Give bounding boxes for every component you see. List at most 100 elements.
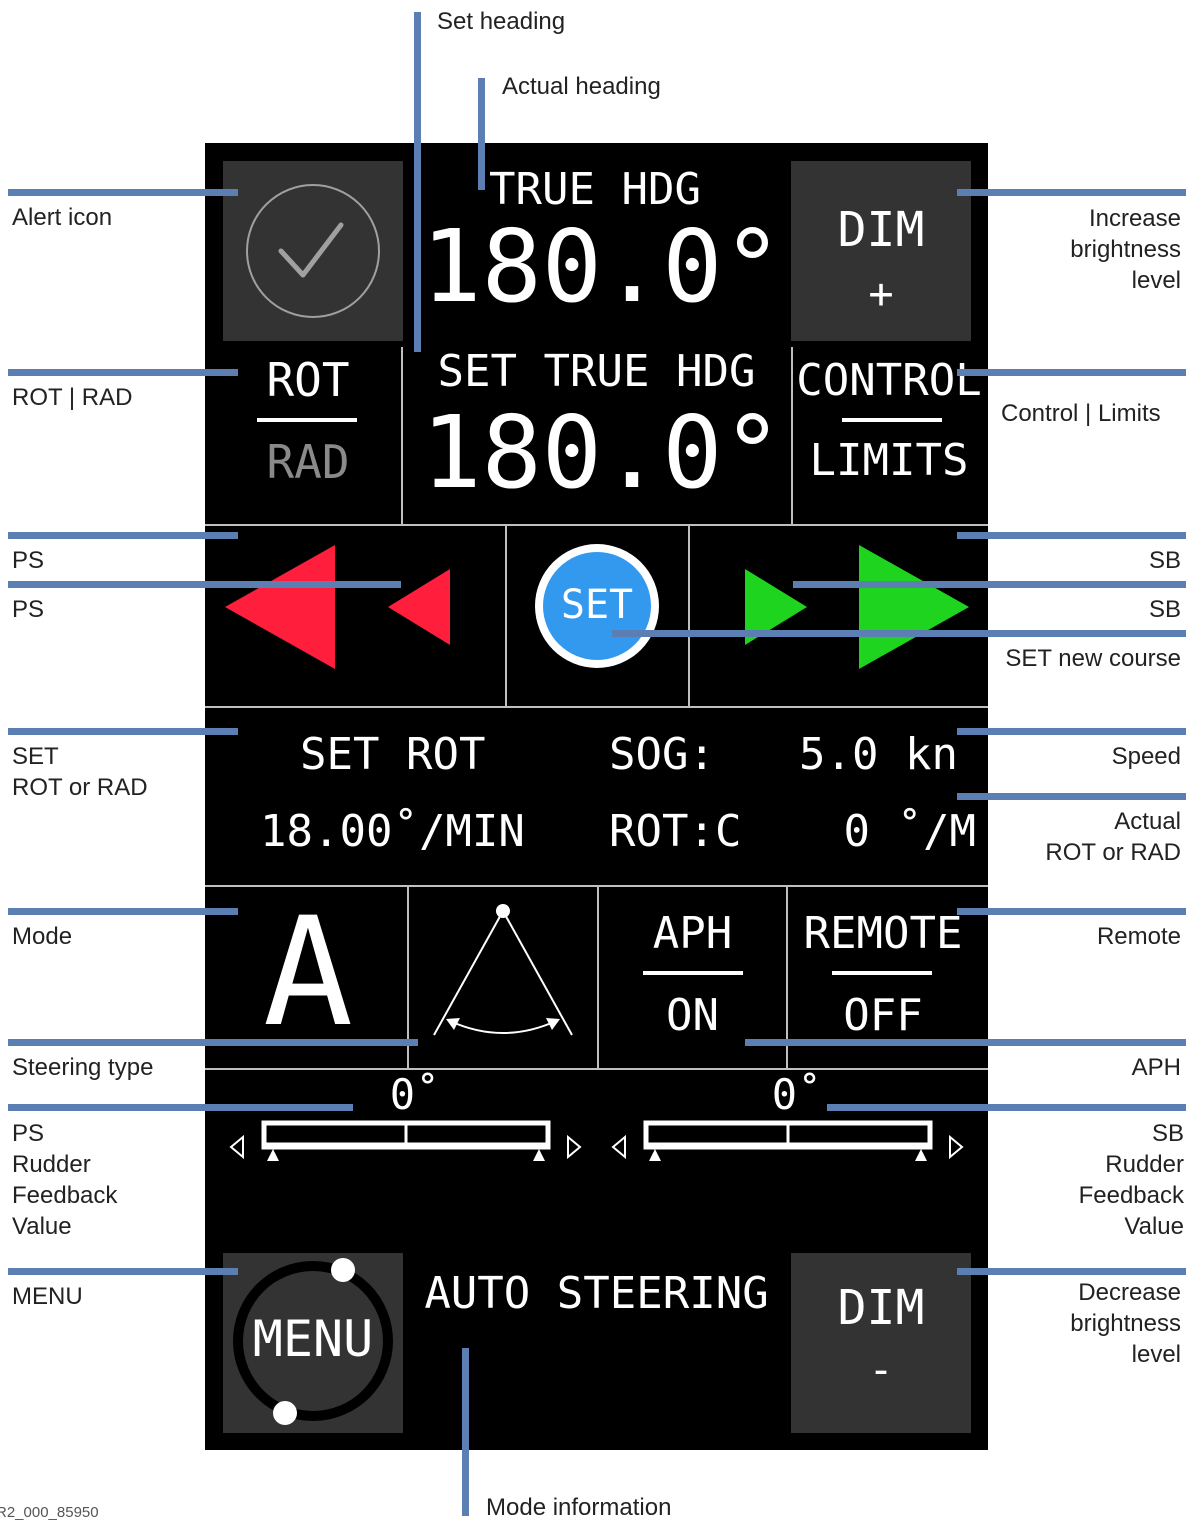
annotation-steering-type: Steering type [12,1054,154,1081]
rot-c-value: 0 ˚/M [843,806,976,857]
dim-plus-sign: + [868,269,894,318]
control-label: CONTROL [796,355,982,406]
annotation-control-limits: Control | Limits [1001,400,1161,427]
leader-line [8,1039,418,1046]
ps-rudder-value: 0˚ [389,1070,441,1119]
annotation-mode: Mode [12,923,73,950]
annotation-increase-brightness: Increase brightness level [1070,205,1181,294]
leader-line [414,12,421,352]
set-button-face: SET [543,552,651,660]
sog-value: 5.0 kn [799,729,958,780]
leader-line [957,728,1186,735]
ps-large-arrow-button[interactable] [223,543,343,673]
leader-line [8,581,401,588]
mode-info: AUTO STEERING [424,1268,769,1319]
leader-line [957,189,1186,196]
sb-large-arrow-button[interactable] [857,543,977,673]
autopilot-display: TRUE HDG 180.0° DIM + ROT RAD SET TRUE H… [205,143,988,1450]
divider [832,971,932,975]
leader-line [8,1104,353,1111]
annotation-sb-1: SB [1148,547,1181,574]
leader-line [957,369,1186,376]
rot-rad-toggle[interactable]: ROT RAD [223,348,393,498]
leader-line [8,189,238,196]
annotation-set-heading: Set heading [437,8,566,35]
set-true-hdg-value: 180.0° [421,394,783,511]
set-button-label: SET [560,582,634,628]
annotation-ps-2: PS [12,596,45,623]
annotation-sb-2: SB [1148,596,1181,623]
ps-small-arrow-button[interactable] [385,567,455,647]
leader-line [462,1348,469,1516]
dim-minus-button[interactable]: DIM - [791,1253,971,1433]
leader-line [8,532,238,539]
rot-label: ROT [266,353,350,407]
annotation-actual-heading: Actual heading [502,73,661,100]
menu-label: MENU [252,1310,374,1368]
leader-line [8,369,238,376]
set-rot-label: SET ROT [300,729,486,780]
annotation-set-new-course: SET new course [1005,645,1181,672]
annotation-remote: Remote [1096,923,1181,950]
leader-line [957,793,1186,800]
divider [643,971,743,975]
set-true-hdg-label: SET TRUE HDG [437,346,756,397]
annotation-sb-rudder: SB Rudder Feedback Value [1078,1120,1184,1240]
annotation-aph: APH [1131,1054,1181,1081]
sb-rudder-bar [611,1120,964,1161]
divider [688,524,690,706]
limits-label: LIMITS [809,435,969,486]
annotation-ps-1: PS [12,547,45,574]
dim-minus-label: DIM [837,1280,925,1336]
divider [401,347,403,524]
leader-line [8,908,238,915]
ps-rudder-bar [229,1120,582,1161]
remote-label: REMOTE [803,908,963,959]
sb-rudder-value: 0˚ [771,1070,823,1119]
set-button[interactable]: SET [535,544,659,668]
annotation-actual-rot-or-rad: Actual ROT or RAD [1045,808,1181,866]
divider [505,524,507,706]
annotation-set-rot-or-rad: SET ROT or RAD [12,743,148,801]
steering-sector-icon[interactable] [408,885,598,1068]
divider [205,706,988,708]
divider [205,1068,988,1070]
leader-line [793,581,1186,588]
remote-value: OFF [843,990,923,1041]
annotation-ps-rudder: PS Rudder Feedback Value [12,1120,118,1240]
annotation-speed: Speed [1111,743,1181,770]
mode-indicator[interactable]: A [223,893,393,1053]
aph-value: ON [666,990,719,1041]
check-circle-icon [246,184,380,318]
dim-plus-button[interactable]: DIM + [791,161,971,341]
rad-label: RAD [266,435,350,489]
dim-plus-label: DIM [837,202,925,258]
leader-line [957,1268,1186,1275]
leader-line [827,1104,1186,1111]
annotation-rot-rad: ROT | RAD [12,384,133,411]
leader-line [957,532,1186,539]
leader-line [478,78,485,190]
divider [257,418,357,422]
annotation-alert-icon: Alert icon [12,204,113,231]
leader-line [8,1268,238,1275]
divider [791,347,793,524]
control-limits-toggle[interactable]: CONTROL LIMITS [794,348,984,498]
aph-label: APH [652,908,733,959]
set-rot-value: 18.00˚/MIN [260,806,525,857]
menu-button[interactable]: MENU [223,1253,403,1433]
leader-line [745,1039,1186,1046]
rot-c-label: ROT:C [609,806,742,857]
annotation-menu: MENU [12,1283,83,1310]
leader-line [8,728,238,735]
dim-minus-sign: - [868,1345,894,1394]
alert-button[interactable] [223,161,403,341]
leader-line [957,908,1186,915]
true-hdg-value: 180.0° [421,208,783,325]
divider [842,418,942,422]
sog-label: SOG: [609,729,715,780]
leader-line [612,630,1186,637]
annotation-decrease-brightness: Decrease brightness level [1070,1279,1181,1368]
annotation-mode-information: Mode information [486,1494,672,1521]
annotation-figure-id: R2_000_85950 [0,1504,99,1521]
